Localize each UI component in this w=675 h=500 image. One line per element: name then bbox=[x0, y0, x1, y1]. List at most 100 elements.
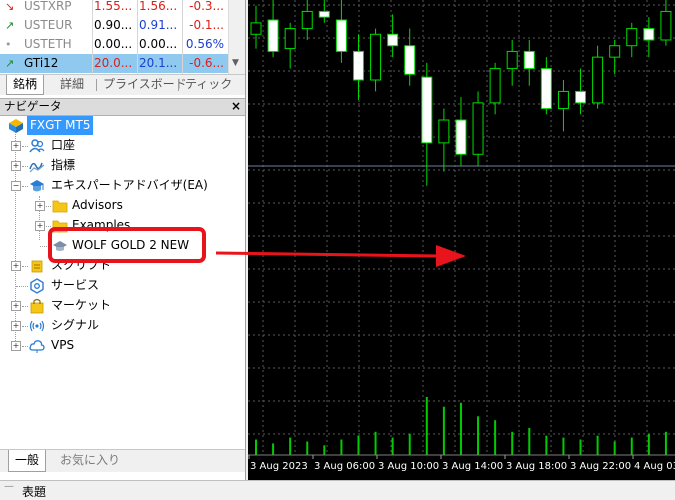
expand-plus-icon[interactable]: + bbox=[11, 321, 21, 331]
candle-body bbox=[643, 28, 655, 41]
tab-details[interactable]: 詳細 bbox=[60, 75, 84, 94]
candle-body bbox=[301, 10, 313, 30]
expand-plus-icon[interactable]: + bbox=[11, 301, 21, 311]
candle-body bbox=[660, 10, 672, 41]
trend-arrow-icon: • bbox=[5, 38, 12, 51]
candle-body bbox=[404, 45, 416, 75]
bid-price: 1.55... bbox=[94, 0, 133, 13]
column-divider bbox=[92, 0, 93, 74]
symbol-name: USTXRP bbox=[24, 0, 72, 13]
tree-guide-line bbox=[46, 226, 51, 227]
tree-guide-line bbox=[22, 166, 28, 167]
chart-canvas[interactable]: 3 Aug 2023 3 Aug 06:00 3 Aug 10:00 3 Aug 14… bbox=[248, 0, 675, 480]
collapse-minus-icon[interactable]: − bbox=[11, 181, 21, 191]
candle-body bbox=[557, 90, 569, 110]
expand-plus-icon[interactable]: + bbox=[35, 201, 45, 211]
navigator-tree: FXGT MT5 + 口座 + 指標 − エキスパートアドバイザ(EA) + A… bbox=[0, 116, 245, 446]
expand-plus-icon[interactable]: + bbox=[35, 221, 45, 231]
tab-symbols[interactable]: 銘柄 bbox=[6, 75, 45, 95]
x-axis-label: 3 Aug 22:00 bbox=[570, 461, 631, 472]
tree-guide-line bbox=[22, 346, 28, 347]
tree-item-market[interactable]: + マーケット bbox=[0, 296, 240, 315]
scripts-icon bbox=[31, 260, 43, 273]
candle-body bbox=[575, 90, 587, 104]
symbol-name: USTEUR bbox=[24, 18, 73, 32]
close-icon[interactable]: × bbox=[231, 99, 241, 114]
tree-item-signals[interactable]: + シグナル bbox=[0, 316, 240, 335]
candle-body bbox=[421, 76, 433, 144]
market-watch-row[interactable]: ↗ USTEUR 0.90... 0.91... -0.1... bbox=[0, 16, 228, 35]
market-bag-icon bbox=[30, 298, 44, 314]
navigator-tabs: 一般 お気に入り bbox=[0, 449, 245, 472]
annotation-highlight-box bbox=[48, 227, 206, 263]
expand-plus-icon[interactable]: + bbox=[11, 341, 21, 351]
candle-body bbox=[626, 28, 638, 47]
tree-item-services[interactable]: サービス bbox=[0, 276, 240, 295]
tree-item-label: シグナル bbox=[51, 318, 100, 332]
tree-guide-line bbox=[46, 206, 51, 207]
x-axis-label: 3 Aug 2023 bbox=[250, 461, 308, 472]
x-axis-label: 3 Aug 06:00 bbox=[314, 461, 375, 472]
candle-body bbox=[250, 22, 262, 35]
column-divider bbox=[137, 0, 138, 74]
tree-guide-line bbox=[16, 286, 28, 287]
indicators-icon bbox=[29, 162, 45, 173]
ask-price: 1.56... bbox=[139, 0, 178, 13]
price-chart[interactable]: 3 Aug 2023 3 Aug 06:00 3 Aug 10:00 3 Aug 14… bbox=[248, 0, 675, 480]
tree-item-label: エキスパートアドバイザ(EA) bbox=[51, 178, 208, 192]
market-watch-row[interactable]: ↘ USTXRP 1.55... 1.56... -0.3... bbox=[0, 0, 228, 16]
tree-guide-line bbox=[22, 306, 28, 307]
candle-body bbox=[523, 50, 535, 70]
market-watch-row[interactable]: ↗ GTi12 20.0... 20.1... -0.6... bbox=[0, 54, 228, 73]
market-watch-tabs: 銘柄 詳細 プライスボード ティック bbox=[0, 74, 245, 95]
trend-arrow-icon: ↗ bbox=[5, 19, 15, 32]
expand-plus-icon[interactable]: + bbox=[11, 261, 21, 271]
expand-plus-icon[interactable]: + bbox=[11, 141, 21, 151]
tree-item-accounts[interactable]: + 口座 bbox=[0, 136, 240, 155]
terminal-cube-icon bbox=[9, 119, 23, 133]
tree-item-indicators[interactable]: + 指標 bbox=[0, 156, 240, 175]
daily-change: 0.56% bbox=[185, 37, 224, 51]
x-axis-label: 3 Aug 14:00 bbox=[442, 461, 503, 472]
tree-item-label: VPS bbox=[51, 338, 75, 352]
tree-guide-line bbox=[22, 146, 28, 147]
bid-price: 0.90... bbox=[94, 18, 133, 32]
tree-item-label: マーケット bbox=[51, 298, 112, 312]
navigator-header: ナビゲータ × bbox=[0, 98, 245, 116]
ask-price: 0.00... bbox=[139, 37, 178, 51]
tree-root-label: FXGT MT5 bbox=[27, 116, 94, 135]
candle-body bbox=[387, 33, 399, 47]
x-axis-label: 3 Aug 18:00 bbox=[506, 461, 567, 472]
tree-item-advisors[interactable]: + Advisors bbox=[0, 196, 240, 215]
candle-body bbox=[438, 119, 450, 144]
candle-body bbox=[506, 50, 518, 70]
trend-arrow-icon: ↗ bbox=[5, 57, 15, 70]
candle-body bbox=[489, 68, 501, 104]
tab-price-board[interactable]: プライスボード bbox=[103, 75, 187, 94]
market-watch-scrollbar[interactable]: ▼ bbox=[228, 0, 245, 74]
market-watch-row[interactable]: • USTETH 0.00... 0.00... 0.56% bbox=[0, 35, 228, 54]
candle-body bbox=[540, 68, 552, 110]
scroll-down-icon[interactable]: ▼ bbox=[232, 58, 239, 68]
candle-body bbox=[455, 119, 467, 155]
tab-favorites[interactable]: お気に入り bbox=[60, 450, 120, 471]
navigator-title: ナビゲータ bbox=[4, 99, 62, 113]
tab-divider bbox=[96, 79, 97, 91]
tree-item-vps[interactable]: + VPS bbox=[0, 336, 240, 355]
tree-item-label: サービス bbox=[51, 278, 100, 292]
tree-item-label: Advisors bbox=[72, 198, 123, 212]
daily-change: -0.1... bbox=[189, 18, 224, 32]
bid-price: 20.0... bbox=[94, 56, 133, 70]
market-watch: ↘ USTXRP 1.55... 1.56... -0.3... ↗ USTEUR 0.90.… bbox=[0, 0, 245, 74]
tab-ticks[interactable]: ティック bbox=[185, 75, 232, 94]
bid-price: 0.00... bbox=[94, 37, 133, 51]
accounts-icon bbox=[29, 139, 45, 153]
tree-item-label: 口座 bbox=[51, 138, 76, 152]
tab-general[interactable]: 一般 bbox=[8, 450, 47, 472]
tab-divider bbox=[178, 79, 179, 91]
candle-body bbox=[592, 56, 604, 104]
expand-plus-icon[interactable]: + bbox=[11, 161, 21, 171]
tree-item-expert-advisors[interactable]: − エキスパートアドバイザ(EA) bbox=[0, 176, 240, 195]
x-axis-label: 3 Aug 10:00 bbox=[378, 461, 439, 472]
column-divider bbox=[182, 0, 183, 74]
